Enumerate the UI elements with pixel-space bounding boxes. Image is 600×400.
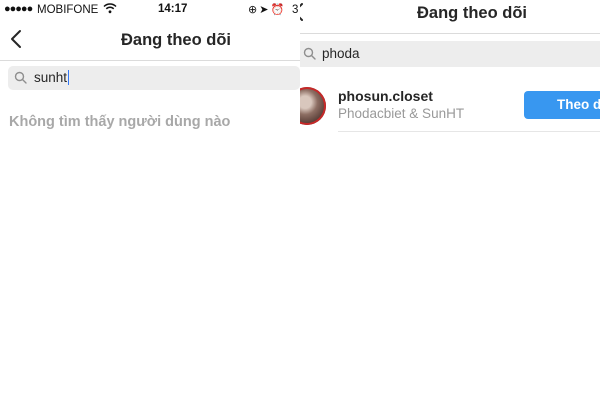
nav-bar: Đang theo dõi — [0, 20, 300, 61]
right-screen: Đang theo dõi phoda phosun.closet Phodac… — [300, 0, 600, 400]
location-arrow-icon: ➤ — [259, 4, 271, 16]
result-full-name: Phodacbiet & SunHT — [338, 106, 465, 121]
empty-state-message: Không tìm thấy người dùng nào — [9, 114, 231, 130]
text-cursor — [68, 70, 70, 85]
carrier-name: MOBIFONE — [37, 4, 99, 16]
lock-rotation-icon: ⊕ — [248, 4, 260, 16]
page-title: Đang theo dõi — [121, 31, 231, 49]
search-icon — [303, 47, 316, 65]
battery-percent: 3 — [292, 4, 299, 16]
search-query-text: sunht — [34, 70, 68, 85]
divider — [338, 131, 600, 132]
wifi-icon — [103, 2, 117, 17]
back-icon[interactable] — [300, 2, 304, 27]
signal-strength-icon: ●●●●● — [4, 3, 33, 15]
search-input[interactable]: phoda — [300, 41, 600, 67]
left-screen: ●●●●● MOBIFONE 14:17 ⊕➤⏰ 3 Đang theo dõi… — [0, 0, 300, 400]
page-title: Đang theo dõi — [417, 4, 527, 22]
search-query[interactable]: sunht — [34, 70, 70, 85]
status-icons: ⊕➤⏰ — [248, 3, 286, 16]
nav-bar: Đang theo dõi — [300, 0, 600, 34]
user-result-row[interactable]: phosun.closet Phodacbiet & SunHT Theo d — [300, 78, 600, 132]
back-icon[interactable] — [10, 29, 22, 54]
status-bar: ●●●●● MOBIFONE 14:17 ⊕➤⏰ 3 — [0, 0, 300, 20]
result-username[interactable]: phosun.closet — [338, 88, 433, 104]
search-icon — [14, 71, 27, 89]
avatar[interactable] — [300, 87, 326, 125]
search-input[interactable]: sunht — [8, 66, 300, 90]
follow-button[interactable]: Theo d — [524, 91, 600, 119]
alarm-icon: ⏰ — [270, 4, 287, 16]
status-time: 14:17 — [158, 3, 188, 15]
search-query[interactable]: phoda — [322, 46, 360, 61]
